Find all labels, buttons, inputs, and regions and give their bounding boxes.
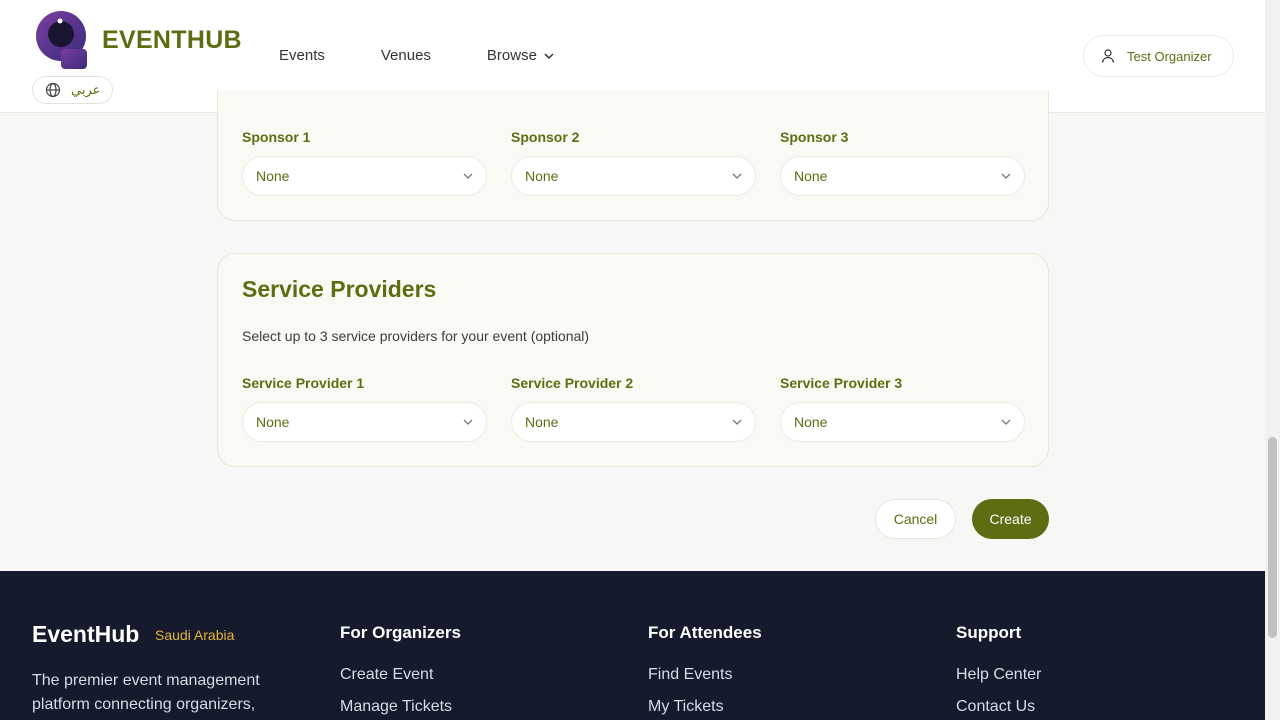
service-provider-3-label: Service Provider 3 [780,375,903,391]
section-description: Select up to 3 service providers for you… [242,328,590,344]
select-value: None [794,414,828,430]
footer-column-title: Support [956,623,1022,642]
footer-link-find-events[interactable]: Find Events [648,666,732,684]
sponsor-1-select[interactable]: None [242,156,487,196]
chevron-down-icon [463,173,473,179]
nav-item-label: Events [279,47,325,64]
sponsor-2-label: Sponsor 2 [511,129,580,145]
select-value: None [525,414,559,430]
language-label: عربي [71,82,101,97]
select-value: None [794,168,828,184]
nav-item-label: Browse [486,47,537,64]
service-provider-1-label: Service Provider 1 [242,375,365,391]
cancel-button[interactable]: Cancel [875,499,956,539]
footer-brand: EventHub [32,621,140,647]
chevron-down-icon [463,419,473,425]
sponsor-1-label: Sponsor 1 [242,129,311,145]
chevron-down-icon [732,173,742,179]
select-value: None [256,168,290,184]
language-toggle-button[interactable]: عربي [32,76,113,104]
sponsor-3-select[interactable]: None [780,156,1025,196]
user-menu-button[interactable]: Test Organizer [1083,35,1234,77]
chevron-down-icon [1001,419,1011,425]
footer-link-contact-us[interactable]: Contact Us [956,698,1035,716]
footer-column-title: For Organizers [340,623,461,642]
site-footer: EventHub Saudi Arabia The premier event … [0,571,1265,720]
chevron-down-icon [544,52,554,59]
logo-icon[interactable] [35,9,89,69]
service-provider-1-select[interactable]: None [242,402,487,442]
nav-item-venues[interactable]: Venues [381,47,431,64]
footer-link-help-center[interactable]: Help Center [956,666,1041,684]
footer-link-my-tickets[interactable]: My Tickets [648,698,724,716]
chevron-down-icon [1001,173,1011,179]
select-value: None [256,414,290,430]
scrollbar-thumb[interactable] [1268,437,1277,638]
sponsor-2-select[interactable]: None [511,156,756,196]
sponsor-3-label: Sponsor 3 [780,129,849,145]
main-nav: Events Venues Browse [279,47,611,64]
user-icon [1101,49,1115,63]
service-provider-2-select[interactable]: None [511,402,756,442]
footer-column-title: For Attendees [648,623,762,642]
service-providers-card: Service Providers Select up to 3 service… [217,253,1049,467]
nav-item-browse[interactable]: Browse [487,47,555,64]
nav-item-events[interactable]: Events [279,47,325,64]
service-provider-2-label: Service Provider 2 [511,375,634,391]
brand-name[interactable]: EVENTHUB [102,26,242,55]
user-name: Test Organizer [1127,48,1212,64]
service-provider-3-select[interactable]: None [780,402,1025,442]
globe-icon [45,82,61,98]
sponsors-card: Sponsor 1 None Sponsor 2 None Sponsor 3 … [217,90,1049,221]
footer-description: The premier event management platform co… [32,672,260,713]
footer-country: Saudi Arabia [155,627,235,643]
chevron-down-icon [732,419,742,425]
footer-link-manage-tickets[interactable]: Manage Tickets [340,698,452,716]
create-button[interactable]: Create [972,499,1049,539]
nav-item-label: Venues [380,47,431,64]
select-value: None [525,168,559,184]
footer-link-create-event[interactable]: Create Event [340,666,433,684]
section-title: Service Providers [242,276,437,302]
